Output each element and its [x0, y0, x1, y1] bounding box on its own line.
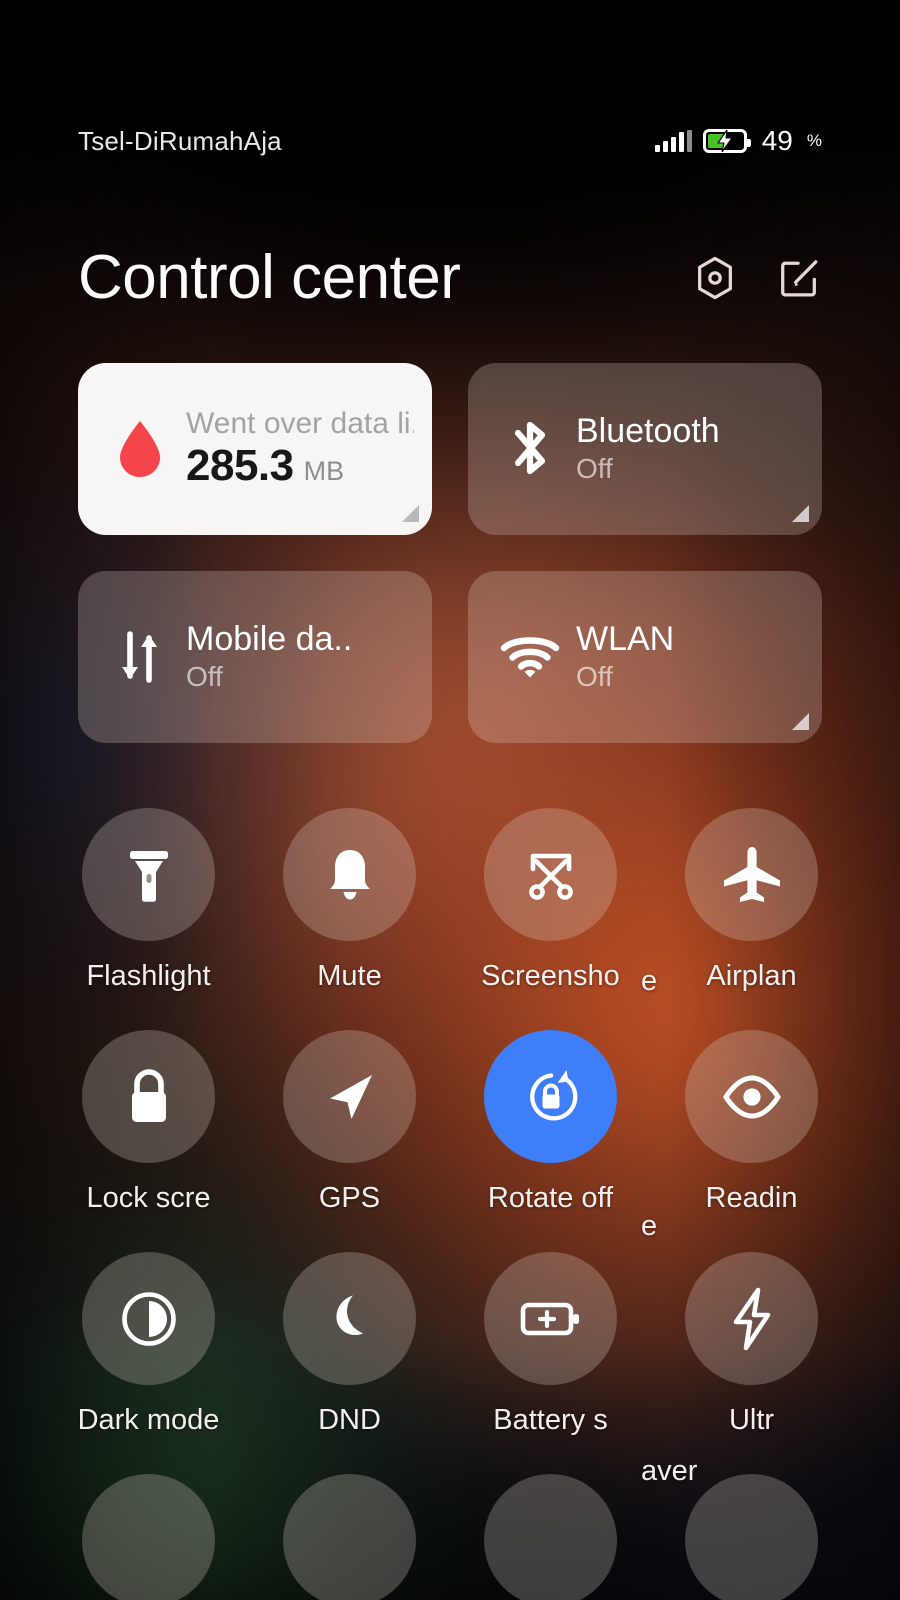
overflow-fragment-row3: aver [641, 1455, 698, 1487]
settings-hex-icon[interactable] [692, 255, 738, 301]
rotate-lock-icon[interactable] [484, 1030, 617, 1163]
overflow-fragment-row1: e [641, 965, 658, 997]
signal-bars-icon [654, 130, 692, 152]
edit-icon[interactable] [776, 255, 822, 301]
tile-wlan[interactable]: WLAN Off [468, 571, 822, 743]
bell-icon[interactable] [283, 808, 416, 941]
toggle-label: Airplan [706, 960, 797, 992]
toggle-airplane[interactable]: Airplan [651, 808, 852, 991]
toggle-mute[interactable]: Mute [249, 808, 450, 991]
flashlight-icon[interactable] [82, 808, 215, 941]
partial-toggle-icon[interactable] [283, 1474, 416, 1600]
battery-percent-unit: % [806, 131, 822, 150]
expand-corner-icon[interactable] [402, 505, 419, 522]
toggle-label: Flashlight [86, 960, 211, 992]
toggles-grid: Flashlight Mute Screensho Airplan Lock s… [0, 808, 900, 1600]
scissors-icon[interactable] [484, 808, 617, 941]
partial-toggle-icon[interactable] [82, 1474, 215, 1600]
toggle-dark-mode[interactable]: Dark mode [48, 1252, 249, 1435]
toggle-label: Dark mode [77, 1404, 220, 1436]
toggle-partial-1[interactable] [48, 1474, 249, 1600]
mobile-data-state: Off [186, 661, 223, 693]
toggle-rotate-off[interactable]: Rotate off [450, 1030, 651, 1213]
quick-tiles-grid: Went over data li.. 285.3 MB Bluetooth O… [78, 363, 822, 743]
airplane-icon[interactable] [685, 808, 818, 941]
navigation-icon[interactable] [283, 1030, 416, 1163]
partial-toggle-icon[interactable] [685, 1474, 818, 1600]
mobile-data-text: Mobile da.. Off [186, 620, 414, 694]
expand-corner-icon[interactable] [792, 505, 809, 522]
data-usage-value: 285.3 [186, 441, 294, 490]
data-usage-text: Went over data li.. 285.3 MB [186, 407, 414, 491]
toggle-reading-mode[interactable]: Readin [651, 1030, 852, 1213]
wlan-title: WLAN [576, 620, 675, 659]
padlock-icon[interactable] [82, 1030, 215, 1163]
battery-percent-label: 49 [761, 125, 793, 156]
water-drop-icon [104, 418, 176, 480]
toggle-flashlight[interactable]: Flashlight [48, 808, 249, 991]
battery-plus-icon[interactable] [484, 1252, 617, 1385]
toggle-label: Mute [317, 960, 382, 992]
wlan-state: Off [576, 661, 613, 693]
contrast-icon[interactable] [82, 1252, 215, 1385]
carrier-label: Tsel-DiRumahAja [78, 125, 282, 156]
bluetooth-icon [494, 416, 566, 482]
wifi-icon [494, 632, 566, 682]
overflow-fragment-row2: e [641, 1210, 658, 1242]
toggle-lock-screen[interactable]: Lock scre [48, 1030, 249, 1213]
toggle-label: Battery s [493, 1404, 608, 1436]
toggle-label: DND [318, 1404, 381, 1436]
toggle-ultra-saver[interactable]: Ultr [651, 1252, 852, 1435]
tile-bluetooth[interactable]: Bluetooth Off [468, 363, 822, 535]
toggle-partial-3[interactable] [450, 1474, 651, 1600]
toggle-gps[interactable]: GPS [249, 1030, 450, 1213]
control-center-header: Control center [78, 232, 822, 324]
toggle-label: Lock scre [86, 1182, 211, 1214]
toggle-label: Rotate off [487, 1182, 614, 1214]
header-actions [692, 255, 822, 301]
eye-icon[interactable] [685, 1030, 818, 1163]
toggle-label: Ultr [728, 1404, 775, 1436]
lightning-bolt-icon[interactable] [685, 1252, 818, 1385]
wlan-text: WLAN Off [576, 620, 804, 694]
data-usage-unit: MB [303, 456, 345, 486]
toggle-label: GPS [318, 1182, 381, 1214]
toggle-screenshot[interactable]: Screensho [450, 808, 651, 991]
control-center-screen: Tsel-DiRumahAja 49 % Control center Went… [0, 0, 900, 1600]
data-usage-status: Went over data li.. [186, 407, 414, 440]
tile-mobile-data[interactable]: Mobile da.. Off [78, 571, 432, 743]
status-bar: Tsel-DiRumahAja 49 % [0, 118, 900, 164]
bluetooth-text: Bluetooth Off [576, 412, 804, 486]
moon-icon[interactable] [283, 1252, 416, 1385]
charging-bolt-icon [717, 130, 733, 152]
status-bar-indicators: 49 % [654, 125, 822, 157]
battery-charging-icon [702, 129, 751, 153]
partial-toggle-icon[interactable] [484, 1474, 617, 1600]
mobile-data-title: Mobile da.. [186, 620, 353, 659]
toggle-partial-4[interactable] [651, 1474, 852, 1600]
mobile-data-arrows-icon [104, 626, 176, 688]
bluetooth-state: Off [576, 453, 613, 485]
toggle-label: Readin [705, 1182, 798, 1214]
toggle-label: Screensho [481, 960, 620, 992]
tile-data-usage[interactable]: Went over data li.. 285.3 MB [78, 363, 432, 535]
toggle-battery-saver[interactable]: Battery s [450, 1252, 651, 1435]
expand-corner-icon[interactable] [792, 713, 809, 730]
toggle-dnd[interactable]: DND [249, 1252, 450, 1435]
page-title: Control center [78, 243, 461, 312]
toggle-partial-2[interactable] [249, 1474, 450, 1600]
bluetooth-title: Bluetooth [576, 412, 720, 451]
